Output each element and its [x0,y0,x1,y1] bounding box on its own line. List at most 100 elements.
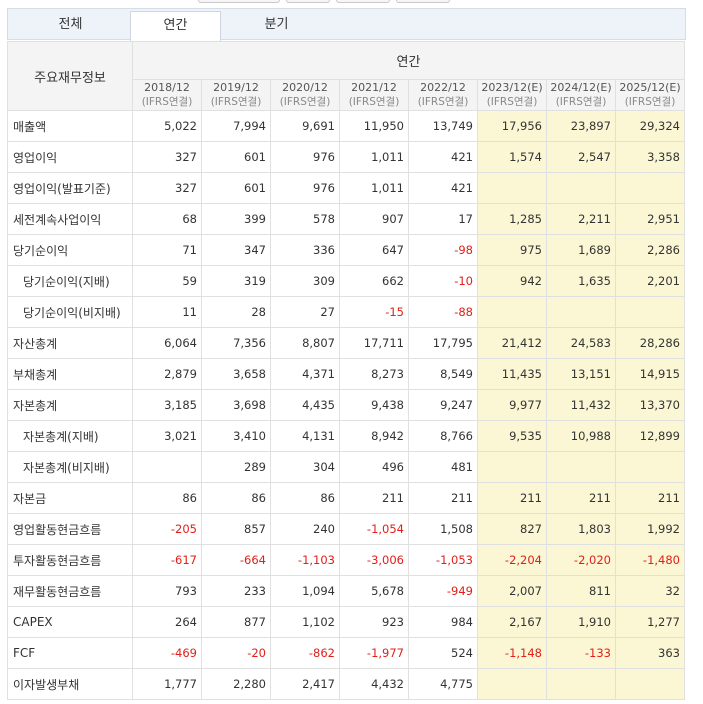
top-control-2[interactable] [286,0,330,3]
top-control-3[interactable] [336,0,390,3]
row-label[interactable]: 당기순이익 [7,234,133,266]
table-row: 자본총계(지배) 3,021 3,410 4,131 8,942 8,766 9,535 10… [7,420,685,452]
value-cell: 13,151 [546,358,616,390]
value-cell: 827 [477,513,547,545]
row-label[interactable]: 영업이익 [7,141,133,173]
value-cell: 17 [408,203,478,235]
value-cell: 211 [339,482,409,514]
row-label[interactable]: 부채총계 [7,358,133,390]
value-cell: 23,897 [546,110,616,142]
value-cell: 793 [132,575,202,607]
value-cell: 7,356 [201,327,271,359]
year-header: 2020/12 (IFRS연결) [270,79,340,111]
row-label[interactable]: 당기순이익(지배) [7,265,133,297]
value-cell [477,296,547,328]
value-cell: 86 [201,482,271,514]
value-cell: 4,435 [270,389,340,421]
value-cell: 24,583 [546,327,616,359]
value-cell: 3,658 [201,358,271,390]
value-cell: 32 [615,575,685,607]
value-cell: 662 [339,265,409,297]
value-cell: 347 [201,234,271,266]
value-cell [546,296,616,328]
year-label: 2019/12 [213,81,259,94]
value-cell: 2,280 [201,668,271,700]
value-cell: 9,691 [270,110,340,142]
year-label: 2025/12(E) [619,81,681,94]
row-label[interactable]: 자본총계(지배) [7,420,133,452]
value-cell [615,172,685,204]
value-cell: 8,942 [339,420,409,452]
value-cell [546,172,616,204]
tab-all[interactable]: 전체 [26,9,115,40]
row-label[interactable]: 영업이익(발표기준) [7,172,133,204]
year-label: 2020/12 [282,81,328,94]
value-cell: 327 [132,172,202,204]
value-cell: 811 [546,575,616,607]
row-label[interactable]: 당기순이익(비지배) [7,296,133,328]
value-cell: 5,678 [339,575,409,607]
value-cell: 68 [132,203,202,235]
row-label[interactable]: 자본총계(비지배) [7,451,133,483]
value-cell: 923 [339,606,409,638]
value-cell: 8,766 [408,420,478,452]
value-cell: -469 [132,637,202,669]
table-row: 자본금 86 86 86 211 211 211 211 211 [7,482,685,514]
row-label[interactable]: 세전계속사업이익 [7,203,133,235]
table-row: 자본총계 3,185 3,698 4,435 9,438 9,247 9,977 11,432… [7,389,685,421]
row-label[interactable]: 영업활동현금흐름 [7,513,133,545]
row-label[interactable]: 투자활동현금흐름 [7,544,133,576]
value-cell: -133 [546,637,616,669]
table-row: 세전계속사업이익 68 399 578 907 17 1,285 2,211 2,951 [7,203,685,235]
value-cell: 1,689 [546,234,616,266]
tab-quarterly[interactable]: 분기 [232,9,321,40]
value-cell [546,451,616,483]
value-cell: 2,879 [132,358,202,390]
row-label[interactable]: 재무활동현금흐름 [7,575,133,607]
table-row: 자산총계 6,064 7,356 8,807 17,711 17,795 21,412 24,… [7,327,685,359]
table-row: 투자활동현금흐름 -617 -664 -1,103 -3,006 -1,053 -2,204… [7,544,685,576]
value-cell: 421 [408,172,478,204]
value-cell: 211 [477,482,547,514]
row-label[interactable]: 이자발생부채 [7,668,133,700]
value-cell [477,451,547,483]
row-label[interactable]: FCF [7,637,133,669]
table-row: FCF -469 -20 -862 -1,977 524 -1,148 -133 363 [7,637,685,669]
tab-annual[interactable]: 연간 [130,11,221,42]
value-cell: -617 [132,544,202,576]
value-cell [477,172,547,204]
value-cell: 6,064 [132,327,202,359]
top-control-4[interactable] [396,0,450,3]
value-cell: 17,711 [339,327,409,359]
value-cell: 4,432 [339,668,409,700]
row-label[interactable]: 매출액 [7,110,133,142]
value-cell: 17,795 [408,327,478,359]
value-cell: -1,054 [339,513,409,545]
value-cell: 3,410 [201,420,271,452]
table-row: 영업활동현금흐름 -205 857 240 -1,054 1,508 827 1,803 1,9… [7,513,685,545]
value-cell: 3,698 [201,389,271,421]
year-header: 2022/12 (IFRS연결) [408,79,478,111]
top-control-1[interactable] [198,0,280,3]
value-cell: 28,286 [615,327,685,359]
value-cell [615,296,685,328]
row-label[interactable]: 자산총계 [7,327,133,359]
value-cell: 1,803 [546,513,616,545]
value-cell: 211 [546,482,616,514]
item-column-header: 주요재무정보 [7,41,133,111]
value-cell: 1,777 [132,668,202,700]
value-cell: 5,022 [132,110,202,142]
value-cell: 4,131 [270,420,340,452]
row-label[interactable]: 자본총계 [7,389,133,421]
period-group-header: 연간 [132,41,685,80]
row-label[interactable]: 자본금 [7,482,133,514]
table-row: 당기순이익(비지배) 11 28 27 -15 -88 [7,296,685,328]
value-cell: 8,273 [339,358,409,390]
value-cell: 2,201 [615,265,685,297]
row-label[interactable]: CAPEX [7,606,133,638]
year-header: 2023/12(E) (IFRS연결) [477,79,547,111]
value-cell: 877 [201,606,271,638]
table-row: 당기순이익 71 347 336 647 -98 975 1,689 2,286 [7,234,685,266]
value-cell: 2,211 [546,203,616,235]
value-cell: 975 [477,234,547,266]
